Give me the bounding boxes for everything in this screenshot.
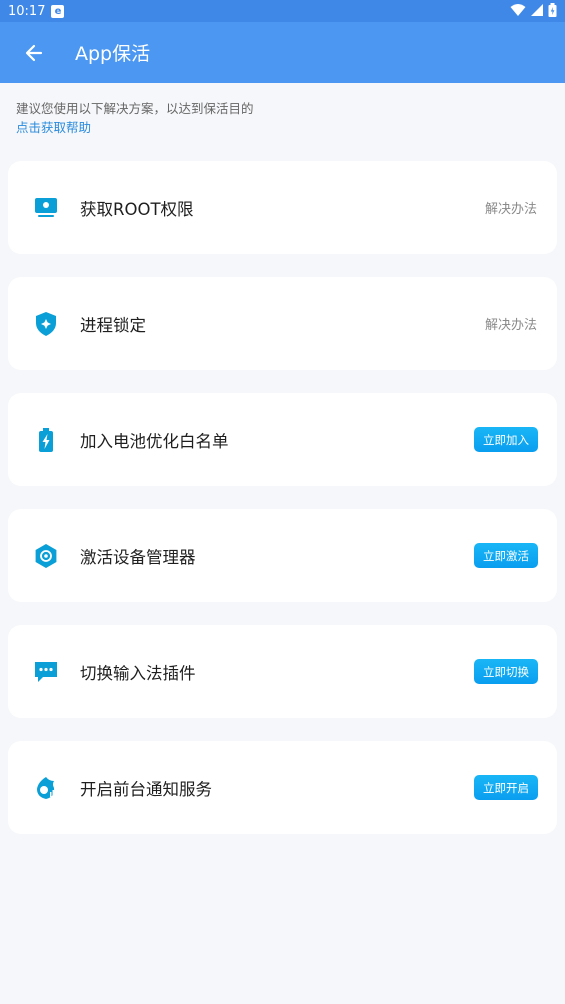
solution-link[interactable]: 解决办法: [485, 314, 537, 333]
solution-link[interactable]: 解决办法: [485, 198, 537, 217]
option-card-input-method[interactable]: 切换输入法插件 立即切换: [8, 625, 557, 718]
shield-icon: [32, 310, 60, 338]
option-card-foreground-service[interactable]: 开启前台通知服务 立即开启: [8, 741, 557, 834]
battery-status-icon: [548, 3, 557, 17]
join-now-button[interactable]: 立即加入: [474, 427, 538, 452]
switch-now-button[interactable]: 立即切换: [474, 659, 538, 684]
option-card-device-admin[interactable]: 激活设备管理器 立即激活: [8, 509, 557, 602]
enable-now-button[interactable]: 立即开启: [474, 775, 538, 800]
activate-now-button[interactable]: 立即激活: [474, 543, 538, 568]
option-label: 加入电池优化白名单: [80, 431, 229, 451]
gear-hexagon-icon: [32, 542, 60, 570]
back-button[interactable]: [14, 33, 54, 73]
status-bar: 10:17 e: [0, 0, 565, 22]
option-label: 获取ROOT权限: [80, 199, 194, 219]
help-link[interactable]: 点击获取帮助: [16, 117, 91, 136]
option-card-battery-whitelist[interactable]: 加入电池优化白名单 立即加入: [8, 393, 557, 486]
option-card-process-lock[interactable]: 进程锁定 解决办法: [8, 277, 557, 370]
status-icons: [510, 3, 557, 17]
option-label: 激活设备管理器: [80, 547, 196, 567]
app-bar: App保活: [0, 22, 565, 83]
hint-text: 建议您使用以下解决方案，以达到保活目的: [16, 101, 254, 116]
notification-service-icon: [32, 774, 60, 802]
arrow-left-icon: [25, 44, 43, 61]
status-time: 10:17: [8, 3, 46, 19]
signal-icon: [531, 4, 543, 16]
monitor-icon: [32, 194, 60, 222]
option-card-root[interactable]: 获取ROOT权限 解决办法: [8, 161, 557, 254]
page-title: App保活: [75, 43, 151, 65]
option-label: 切换输入法插件: [80, 663, 196, 683]
chat-bubble-icon: [32, 658, 60, 686]
wifi-icon: [510, 4, 526, 16]
app-notification-icon: e: [51, 4, 65, 18]
option-label: 进程锁定: [80, 315, 146, 335]
battery-icon: [32, 426, 60, 454]
option-label: 开启前台通知服务: [80, 779, 212, 799]
